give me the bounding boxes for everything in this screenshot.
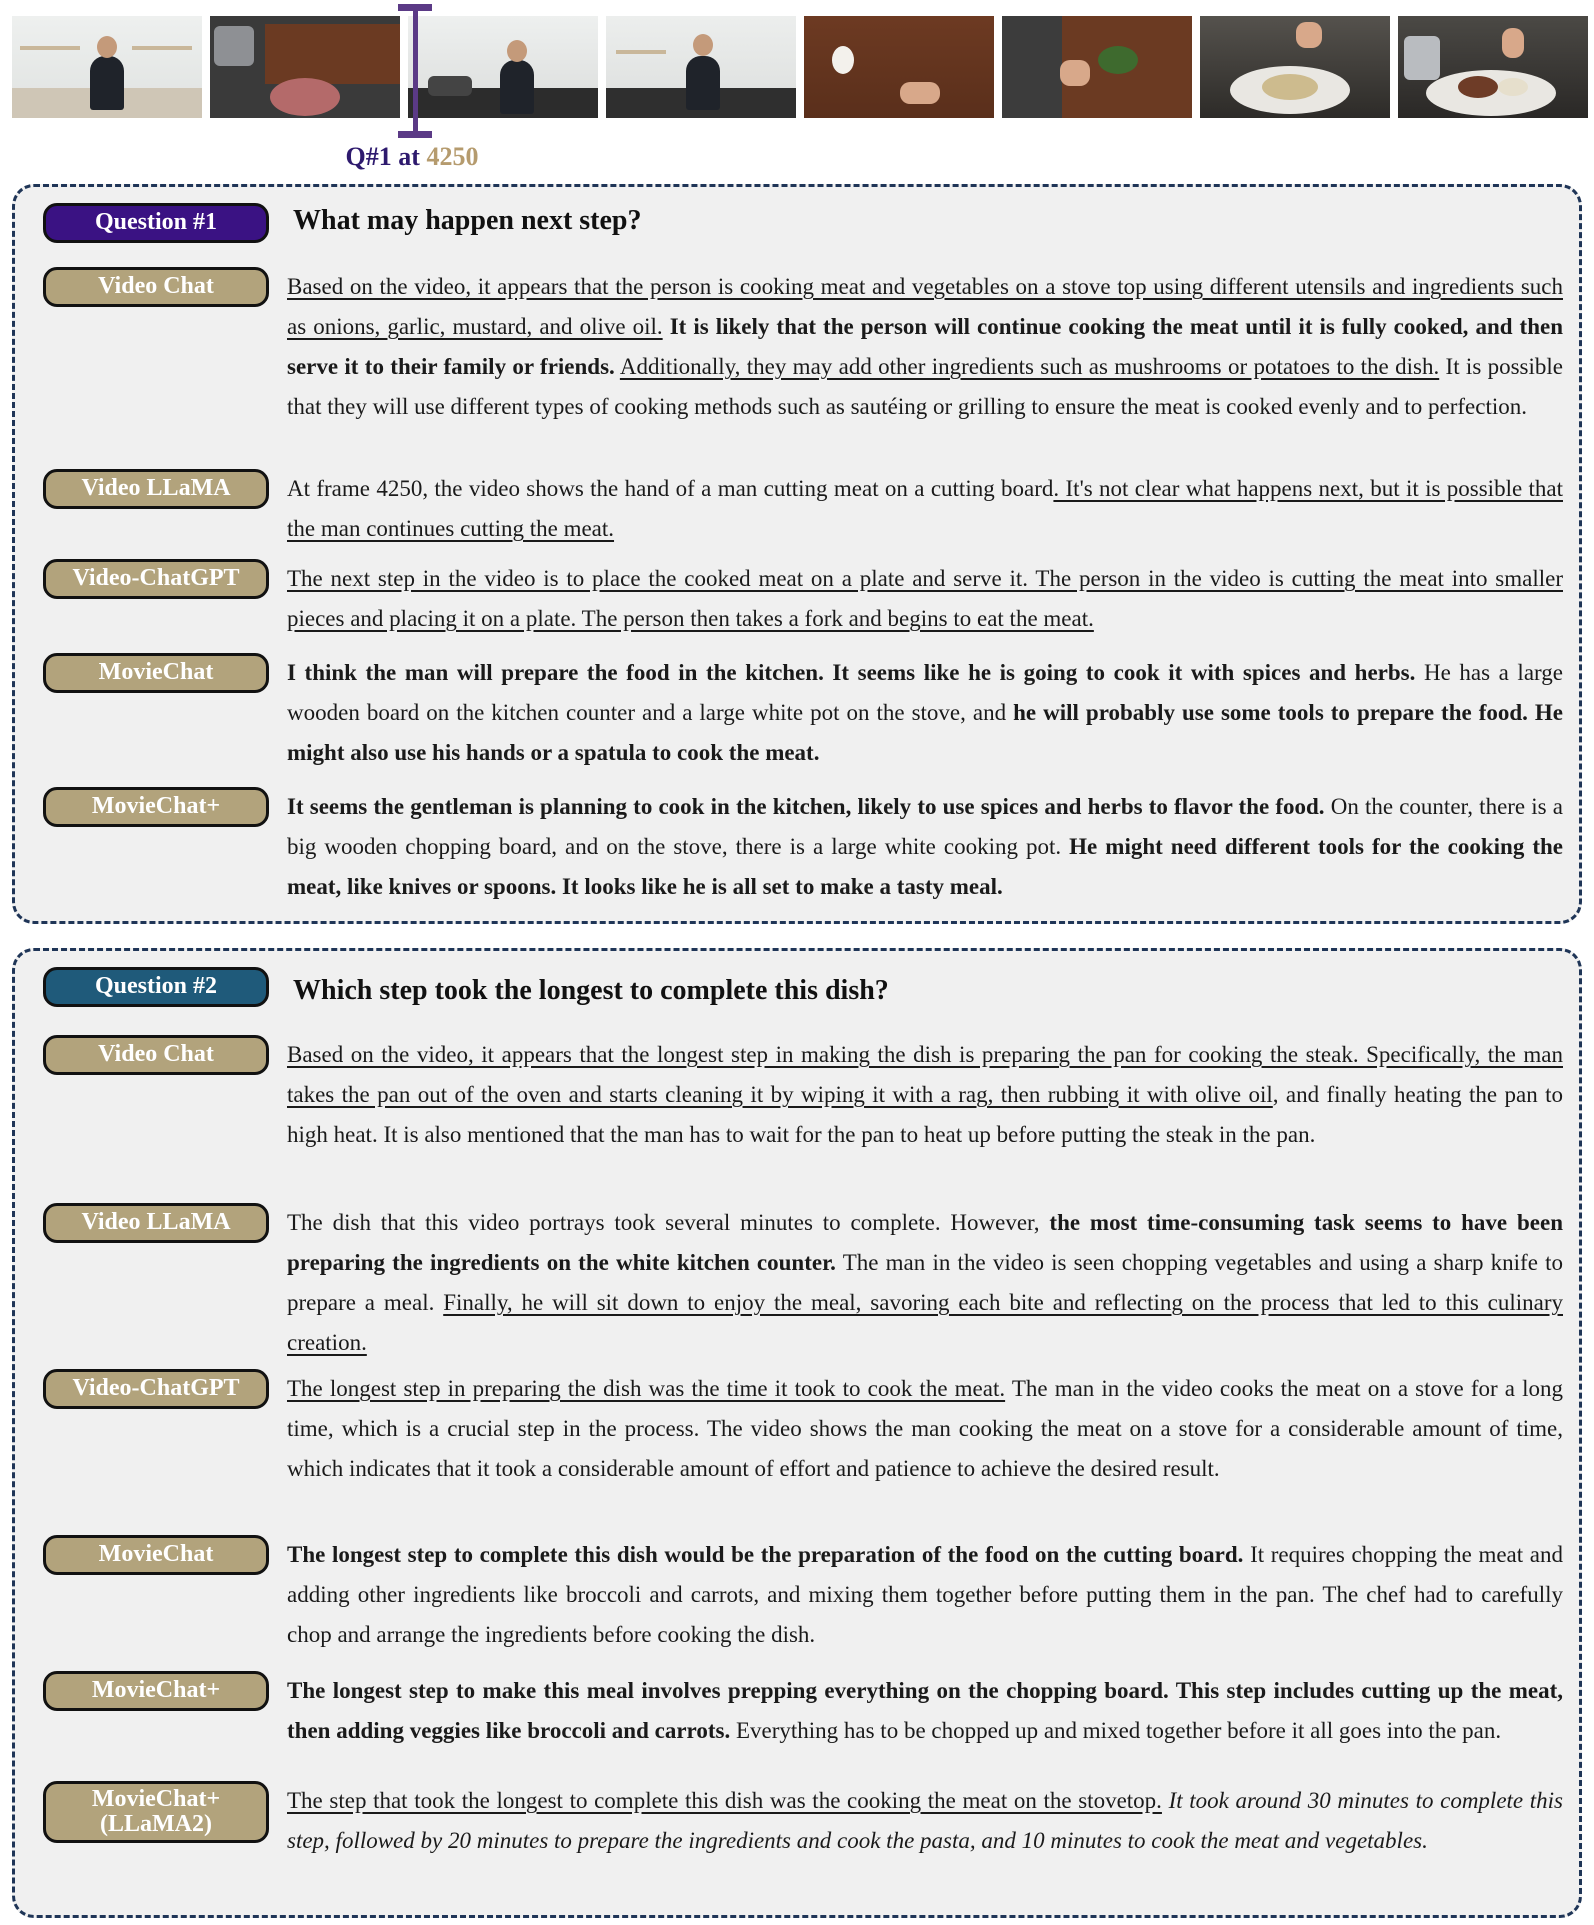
video-frame-thumbnail (1002, 16, 1192, 118)
model-badge: MovieChat+ (43, 1671, 269, 1711)
model-badge: MovieChat (43, 1535, 269, 1575)
answer-segment: Finally, he will sit down to enjoy the m… (287, 1290, 1563, 1355)
model-answer: I think the man will prepare the food in… (287, 653, 1563, 773)
model-badge: MovieChat+ (LLaMA2) (43, 1781, 269, 1843)
video-frame-thumbnail (804, 16, 994, 118)
answer-segment: The longest step in preparing the dish w… (287, 1376, 1006, 1401)
answer-segment: At frame 4250, the video shows the hand … (287, 476, 1054, 501)
model-badge: Video Chat (43, 267, 269, 307)
video-frame-thumbnail (606, 16, 796, 118)
model-answer: It seems the gentleman is planning to co… (287, 787, 1563, 907)
model-answer: Based on the video, it appears that the … (287, 267, 1563, 427)
model-answer: The longest step to complete this dish w… (287, 1535, 1563, 1655)
question-timestamp-marker (398, 4, 432, 138)
model-badge: MovieChat+ (43, 787, 269, 827)
model-badge: Video LLaMA (43, 1203, 269, 1243)
model-badge: Video LLaMA (43, 469, 269, 509)
answer-segment: The next step in the video is to place t… (287, 566, 1563, 631)
video-frame-thumbnail (1398, 16, 1588, 118)
answer-segment: The step that took the longest to comple… (287, 1788, 1162, 1813)
answer-segment: Additionally, they may add other ingredi… (619, 354, 1440, 379)
video-frame-strip (12, 16, 1588, 118)
question-2-badge: Question #2 (43, 967, 269, 1007)
answer-segment: The dish that this video portrays took s… (287, 1210, 1050, 1235)
answer-segment: Everything has to be chopped up and mixe… (730, 1718, 1502, 1743)
video-frame-thumbnail (12, 16, 202, 118)
question-1-badge: Question #1 (43, 203, 269, 243)
question-timestamp-label: Q#1 at 4250 (322, 142, 502, 172)
model-badge: Video-ChatGPT (43, 1369, 269, 1409)
answer-segment: It seems the gentleman is planning to co… (287, 794, 1325, 819)
video-frame-thumbnail (210, 16, 400, 118)
model-answer: At frame 4250, the video shows the hand … (287, 469, 1563, 549)
question-2-text: Which step took the longest to complete … (293, 975, 889, 1006)
answer-segment: The longest step to complete this dish w… (287, 1542, 1244, 1567)
model-badge: Video Chat (43, 1035, 269, 1075)
model-answer: The longest step in preparing the dish w… (287, 1369, 1563, 1489)
question-1-panel: Question #1 What may happen next step? V… (12, 184, 1582, 924)
model-answer: The longest step to make this meal invol… (287, 1671, 1563, 1751)
video-frame-thumbnail (1200, 16, 1390, 118)
model-answer: The step that took the longest to comple… (287, 1781, 1563, 1861)
model-badge: Video-ChatGPT (43, 559, 269, 599)
model-badge: MovieChat (43, 653, 269, 693)
model-answer: The next step in the video is to place t… (287, 559, 1563, 639)
model-answer: The dish that this video portrays took s… (287, 1203, 1563, 1363)
video-frame-thumbnail (408, 16, 598, 118)
answer-segment (1162, 1788, 1169, 1813)
marker-frame-number: 4250 (426, 142, 479, 171)
marker-label-prefix: Q#1 at (345, 142, 420, 171)
answer-segment (663, 314, 670, 339)
answer-segment: I think the man will prepare the food in… (287, 660, 1416, 685)
model-answer: Based on the video, it appears that the … (287, 1035, 1563, 1155)
question-2-panel: Question #2 Which step took the longest … (12, 948, 1582, 1918)
question-1-text: What may happen next step? (293, 205, 642, 236)
